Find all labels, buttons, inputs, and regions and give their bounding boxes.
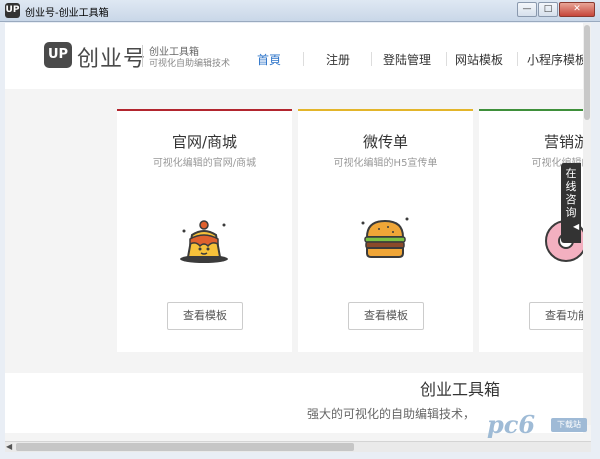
card-title: 官网/商城 xyxy=(171,133,238,151)
vertical-scrollbar-thumb[interactable] xyxy=(584,25,590,120)
browser-content: UP 创业号 创业工具箱 可视化自助编辑技术 首頁 注册 登陆管理 网站模板 小… xyxy=(5,23,591,441)
nav-divider xyxy=(303,52,304,66)
card-title: 营销游 xyxy=(543,133,589,151)
template-card-h5: 微传单 可视化编辑的H5宣传单 查看模板 xyxy=(298,109,473,352)
scroll-left-arrow-icon[interactable]: ◀ xyxy=(6,442,12,451)
template-card-website: 官网/商城 可视化编辑的官网/商城 查看模板 xyxy=(117,109,292,352)
burger-icon xyxy=(361,217,409,258)
online-consult-tab[interactable]: 在线咨询 xyxy=(561,163,581,243)
watermark-logo: pc6 xyxy=(487,410,536,439)
nav-site-templates[interactable]: 网站模板 xyxy=(455,51,503,68)
nav-divider xyxy=(446,52,447,66)
intro-subtitle: 强大的可视化的自助编辑技术， xyxy=(307,407,476,421)
brand-subtitle: 可视化自助编辑技术 xyxy=(149,59,231,69)
logo-divider xyxy=(142,45,143,67)
nav-login-manage[interactable]: 登陆管理 xyxy=(383,51,431,68)
app-icon: UP xyxy=(5,3,20,18)
nav-divider xyxy=(517,52,518,66)
view-template-button[interactable]: 查看模板 xyxy=(167,302,243,330)
logo-icon[interactable]: UP xyxy=(44,42,72,68)
card-description: 可视化编辑的H5宣传单 xyxy=(333,158,438,169)
nav-home[interactable]: 首頁 xyxy=(257,51,281,68)
maximize-button[interactable]: □ xyxy=(538,2,558,17)
nav-divider xyxy=(371,52,372,66)
close-button[interactable]: ✕ xyxy=(559,2,595,17)
logo-text[interactable]: 创业号 xyxy=(77,41,146,73)
view-feature-button[interactable]: 查看功能 xyxy=(529,302,591,330)
card-accent-bar xyxy=(479,109,591,111)
card-accent-bar xyxy=(117,109,292,111)
minimize-button[interactable]: — xyxy=(517,2,537,17)
window-title: 创业号-创业工具箱 xyxy=(25,8,109,19)
pudding-icon xyxy=(180,220,228,263)
nav-miniapp-templates[interactable]: 小程序模板 xyxy=(527,51,587,68)
card-title: 微传单 xyxy=(362,133,408,151)
caret-left-icon: ◀ xyxy=(573,222,580,231)
view-template-button[interactable]: 查看模板 xyxy=(348,302,424,330)
intro-title: 创业工具箱 xyxy=(420,380,501,399)
horizontal-scrollbar-thumb[interactable] xyxy=(16,443,354,451)
card-accent-bar xyxy=(298,109,473,111)
card-description: 可视化编辑的官网/商城 xyxy=(152,158,257,169)
watermark-badge: 下载站 xyxy=(551,418,587,432)
nav-register[interactable]: 注册 xyxy=(326,51,350,68)
